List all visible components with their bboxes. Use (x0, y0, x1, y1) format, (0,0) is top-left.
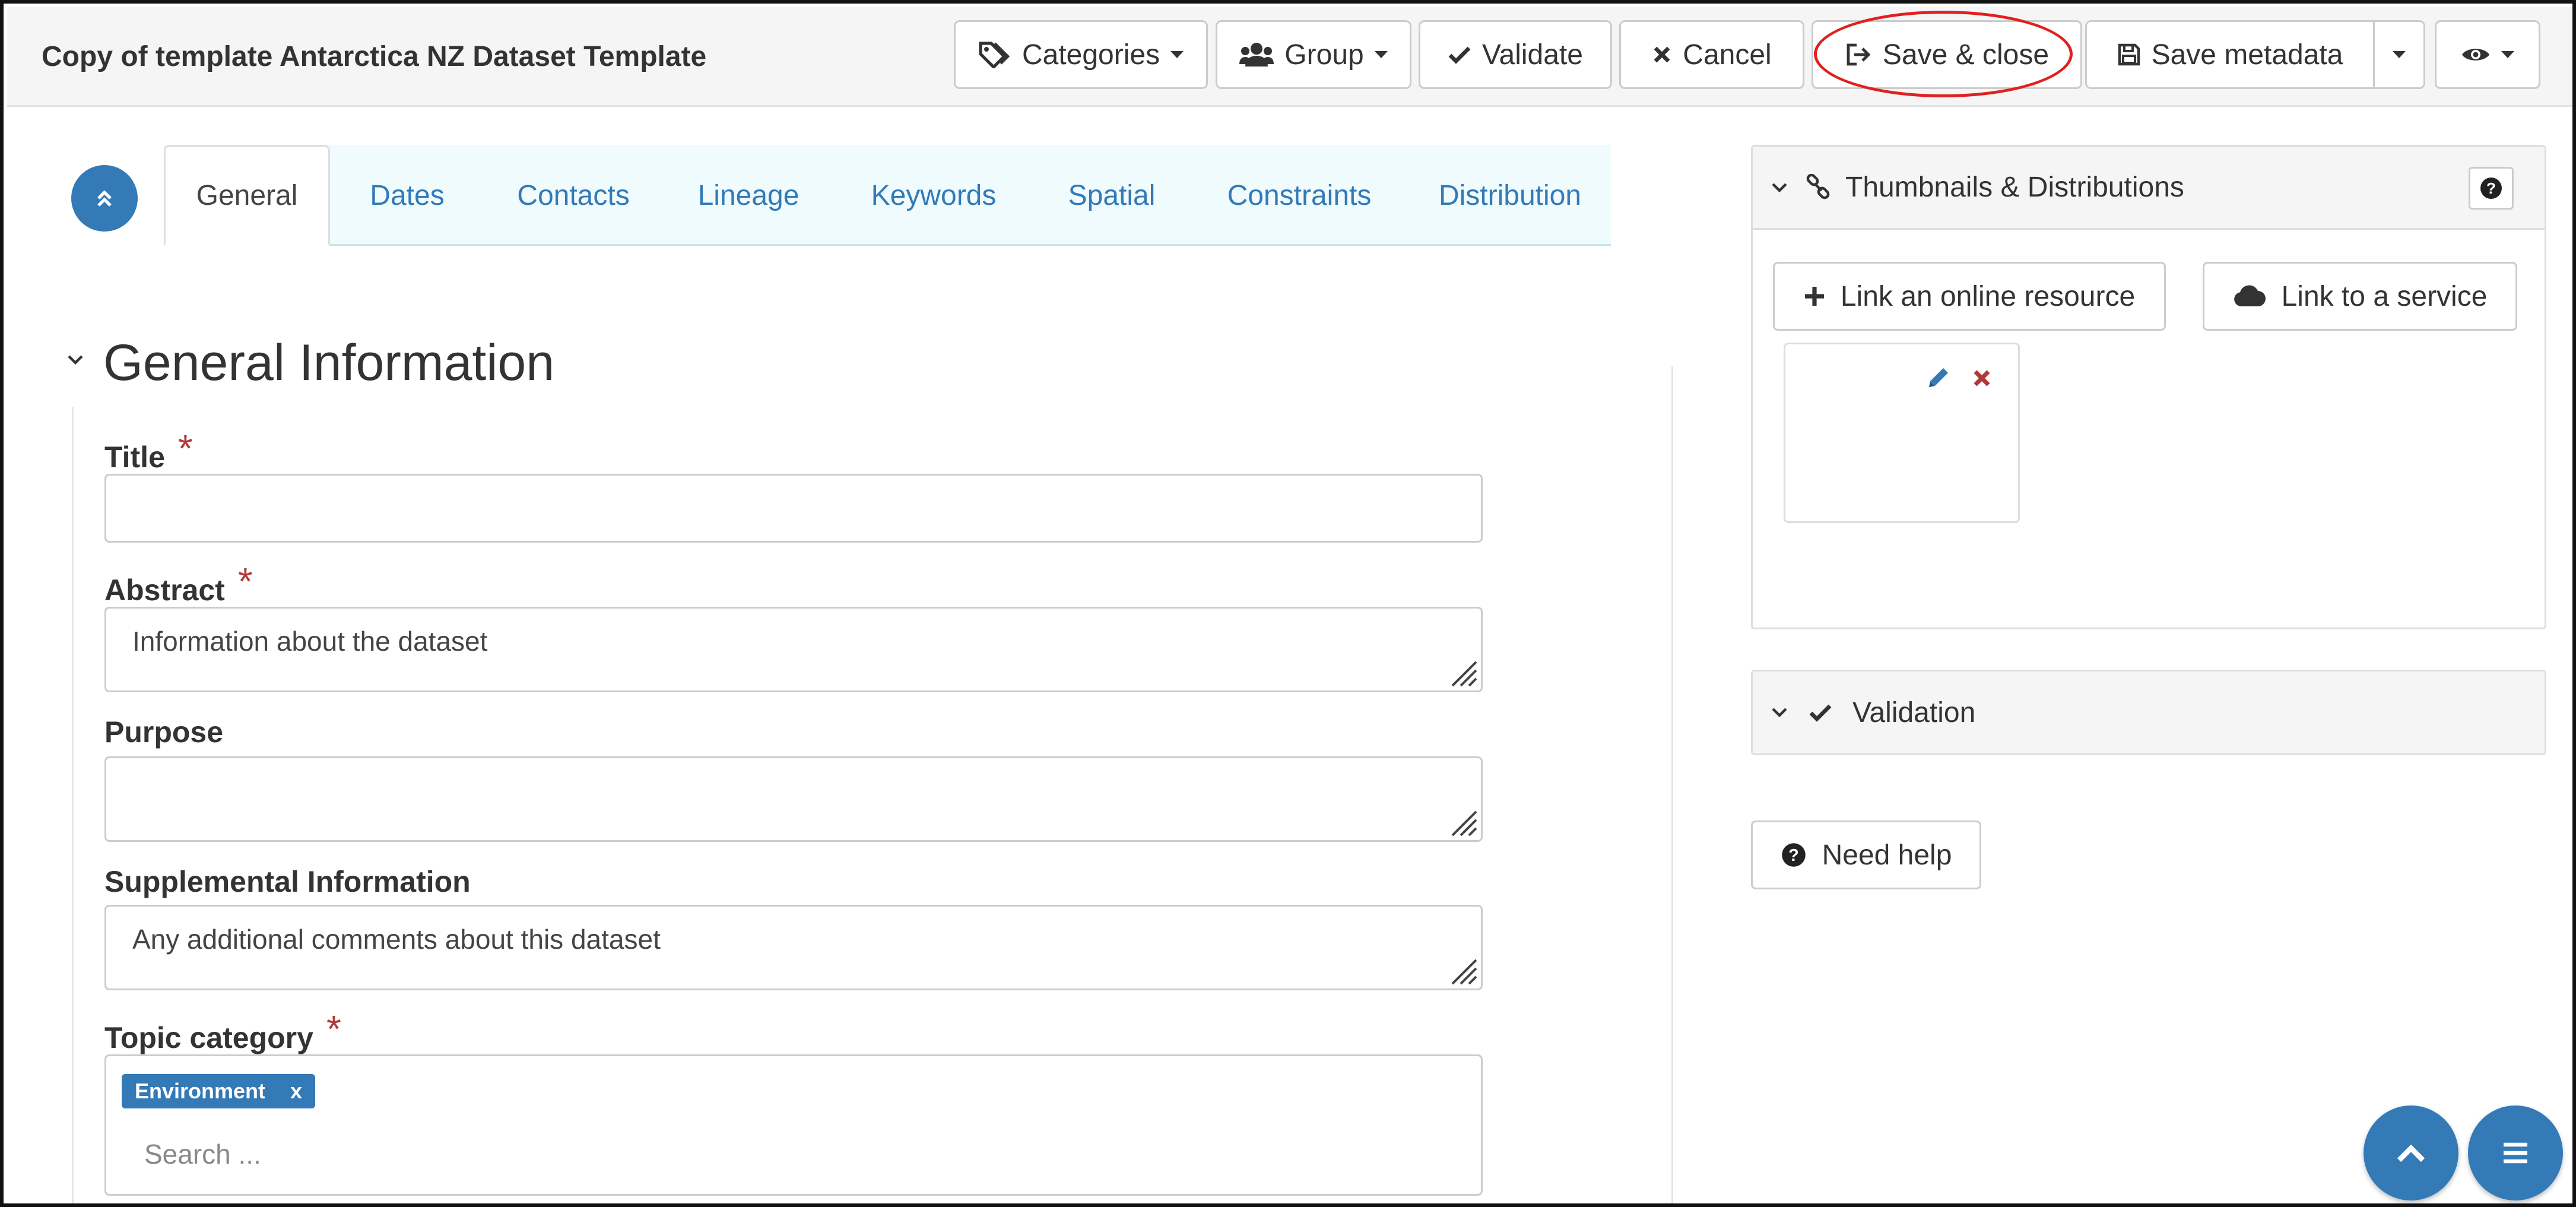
chevron-up-icon (2397, 1144, 2425, 1162)
save-icon (2118, 43, 2140, 66)
title-field-label: Title * (104, 427, 193, 476)
link-service-label: Link to a service (2281, 280, 2488, 312)
caret-down-icon (2393, 51, 2406, 58)
abstract-label-text: Abstract (104, 574, 225, 607)
caret-down-icon (2501, 51, 2514, 58)
supplemental-textarea[interactable]: Any additional comments about this datas… (104, 905, 1483, 990)
required-marker: * (326, 1008, 341, 1050)
cloud-icon (2234, 285, 2266, 306)
abstract-value: Information about the dataset (132, 626, 488, 657)
save-metadata-button[interactable]: Save metadata (2085, 20, 2375, 89)
link-online-resource-button[interactable]: Link an online resource (1773, 262, 2166, 331)
resize-handle-icon[interactable] (1448, 657, 1477, 687)
purpose-textarea[interactable] (104, 756, 1483, 842)
validate-label: Validate (1482, 39, 1583, 71)
tab-constraints[interactable]: Constraints (1191, 145, 1408, 246)
topic-tag: Environment x (122, 1074, 316, 1108)
resize-handle-icon[interactable] (1448, 955, 1477, 985)
help-button[interactable]: ? (2469, 167, 2514, 210)
need-help-label: Need help (1822, 839, 1952, 871)
group-label: Group (1284, 39, 1364, 71)
resize-handle-icon[interactable] (1448, 807, 1477, 837)
hamburger-icon (2504, 1142, 2527, 1164)
link-service-button[interactable]: Link to a service (2203, 262, 2517, 331)
thumbnail-card (1784, 343, 2020, 523)
categories-button[interactable]: Categories (954, 20, 1208, 89)
tab-general[interactable]: General (164, 145, 330, 246)
tab-distribution[interactable]: Distribution (1409, 145, 1611, 246)
save-close-button[interactable]: Save & close (1812, 20, 2082, 89)
chevron-down-icon (1772, 182, 1787, 192)
categories-label: Categories (1021, 39, 1160, 71)
topic-category-label: Topic category * (104, 1008, 341, 1057)
editor-window: Copy of template Antarctica NZ Dataset T… (0, 0, 2576, 1207)
tags-icon (979, 42, 1010, 68)
supplemental-field-label: Supplemental Information (104, 865, 471, 898)
title-label-text: Title (104, 441, 165, 474)
cancel-label: Cancel (1683, 39, 1772, 71)
section-title: General Information (103, 334, 555, 391)
topic-category-select[interactable]: Environment x Search ... (104, 1054, 1483, 1196)
thumbnails-panel-title: Thumbnails & Distributions (1845, 172, 2184, 203)
required-marker: * (237, 560, 253, 603)
title-input[interactable] (104, 474, 1483, 543)
topic-search-input[interactable]: Search ... (144, 1138, 261, 1170)
section-tabs: General Dates Contacts Lineage Keywords … (164, 145, 1611, 246)
double-chevron-up-icon (97, 190, 112, 207)
supplemental-value: Any additional comments about this datas… (132, 924, 661, 955)
check-icon (1448, 46, 1471, 64)
tab-dates[interactable]: Dates (331, 145, 483, 246)
group-button[interactable]: Group (1216, 20, 1411, 89)
need-help-button[interactable]: ? Need help (1751, 820, 1981, 889)
delete-icon[interactable] (1972, 368, 1992, 388)
chevron-down-icon (1772, 708, 1787, 718)
pencil-icon[interactable] (1925, 366, 1950, 391)
cancel-button[interactable]: Cancel (1619, 20, 1804, 89)
tab-spatial[interactable]: Spatial (1034, 145, 1189, 246)
save-close-label: Save & close (1882, 39, 2050, 71)
abstract-field-label: Abstract * (104, 560, 253, 609)
validation-panel-header[interactable]: Validation (1753, 671, 2545, 753)
collapse-all-button[interactable] (71, 165, 138, 232)
svg-text:?: ? (1788, 846, 1798, 865)
scroll-to-top-button[interactable] (2364, 1105, 2458, 1200)
plus-icon (1804, 287, 1824, 306)
close-icon (1654, 46, 1670, 63)
caret-down-icon (1170, 51, 1184, 58)
validation-panel: Validation (1751, 670, 2546, 755)
chevron-down-icon[interactable] (66, 354, 84, 366)
caret-down-icon (1374, 51, 1388, 58)
column-divider (1671, 366, 1673, 1203)
required-marker: * (177, 427, 193, 470)
save-metadata-label: Save metadata (2151, 39, 2343, 71)
tab-keywords[interactable]: Keywords (835, 145, 1033, 246)
svg-text:?: ? (2486, 179, 2496, 197)
tag-remove-button[interactable]: x (290, 1079, 302, 1104)
topic-tag-label: Environment (135, 1079, 266, 1103)
eye-icon (2462, 49, 2489, 61)
topic-label-text: Topic category (104, 1021, 313, 1054)
link-icon (1806, 173, 1830, 199)
section-divider (72, 407, 74, 1203)
check-icon (1809, 704, 1832, 722)
users-icon (1239, 43, 1274, 66)
link-online-resource-label: Link an online resource (1840, 280, 2136, 312)
question-circle-icon: ? (2480, 178, 2502, 199)
thumbnails-panel: Thumbnails & Distributions ? Link an onl… (1751, 145, 2546, 629)
save-options-dropdown[interactable] (2373, 20, 2425, 89)
document-title: Copy of template Antarctica NZ Dataset T… (42, 41, 707, 72)
tab-contacts[interactable]: Contacts (484, 145, 662, 246)
tab-lineage[interactable]: Lineage (664, 145, 833, 246)
abstract-textarea[interactable]: Information about the dataset (104, 607, 1483, 692)
validation-panel-title: Validation (1852, 696, 1976, 728)
question-circle-icon: ? (1781, 843, 1806, 867)
validate-button[interactable]: Validate (1419, 20, 1612, 89)
thumbnails-panel-header[interactable]: Thumbnails & Distributions ? (1753, 147, 2545, 230)
sign-out-icon (1847, 43, 1871, 66)
view-mode-button[interactable] (2435, 20, 2540, 89)
top-toolbar: Copy of template Antarctica NZ Dataset T… (7, 7, 2572, 107)
purpose-field-label: Purpose (104, 715, 224, 749)
menu-button[interactable] (2468, 1105, 2563, 1200)
